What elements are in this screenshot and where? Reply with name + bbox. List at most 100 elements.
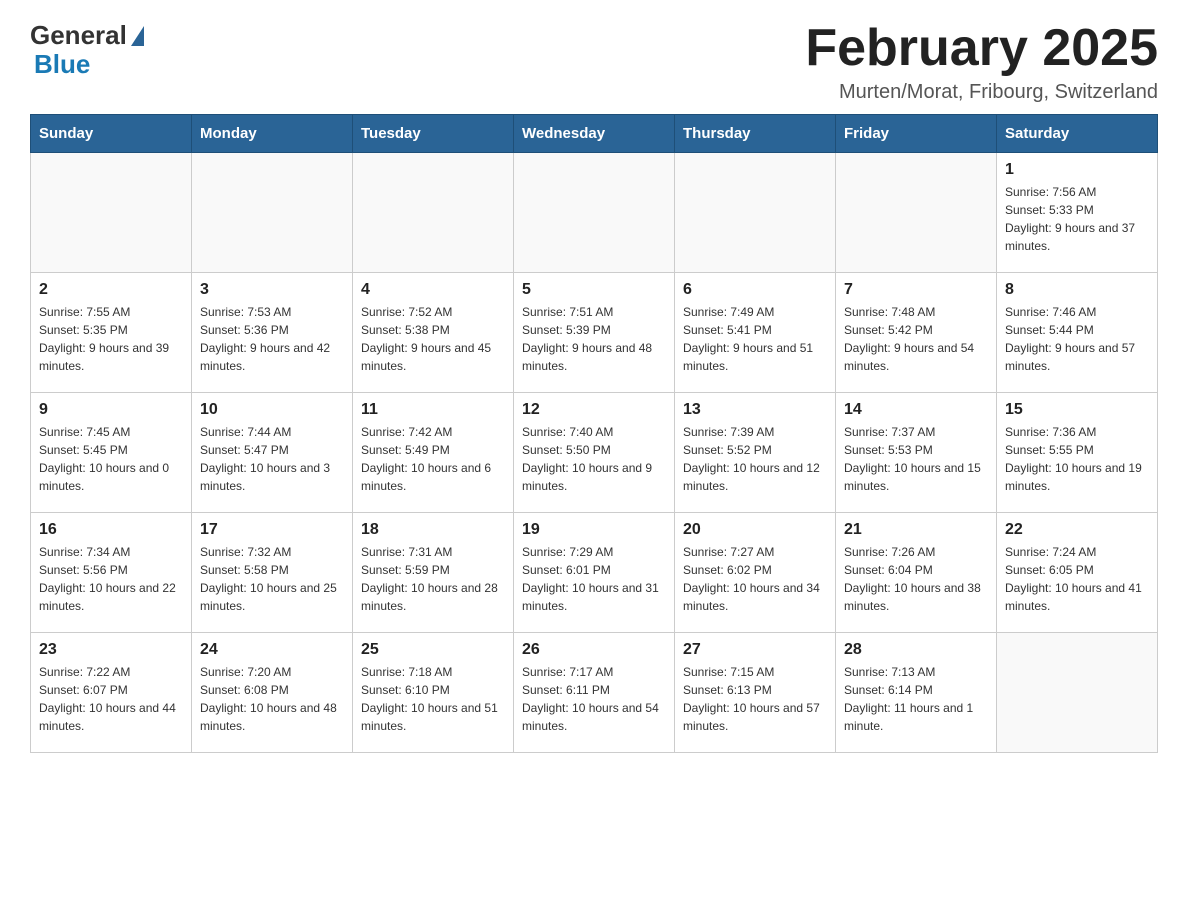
page-header: General Blue February 2025 Murten/Morat,… xyxy=(30,20,1158,104)
calendar-cell: 20 Sunrise: 7:27 AMSunset: 6:02 PMDayligh… xyxy=(675,513,836,633)
calendar-cell: 21 Sunrise: 7:26 AMSunset: 6:04 PMDayligh… xyxy=(836,513,997,633)
logo-blue-text: Blue xyxy=(34,49,90,80)
day-info: Sunrise: 7:48 AMSunset: 5:42 PMDaylight:… xyxy=(844,303,988,375)
location-subtitle: Murten/Morat, Fribourg, Switzerland xyxy=(805,81,1158,104)
calendar-cell: 23 Sunrise: 7:22 AMSunset: 6:07 PMDayligh… xyxy=(31,633,192,753)
calendar-cell: 15Sunrise: 7:36 AMSunset: 5:55 PMDayligh… xyxy=(997,393,1158,513)
day-number: 10 xyxy=(200,401,344,419)
day-number: 26 xyxy=(522,641,666,659)
calendar-cell: 7 Sunrise: 7:48 AMSunset: 5:42 PMDaylight… xyxy=(836,273,997,393)
day-number: 1 xyxy=(1005,161,1149,179)
day-info: Sunrise: 7:42 AMSunset: 5:49 PMDaylight:… xyxy=(361,423,505,495)
calendar-cell: 9 Sunrise: 7:45 AMSunset: 5:45 PMDaylight… xyxy=(31,393,192,513)
calendar-cell: 17 Sunrise: 7:32 AMSunset: 5:58 PMDayligh… xyxy=(192,513,353,633)
day-number: 11 xyxy=(361,401,505,419)
calendar-cell: 2Sunrise: 7:55 AMSunset: 5:35 PMDaylight… xyxy=(31,273,192,393)
calendar-cell: 10 Sunrise: 7:44 AMSunset: 5:47 PMDayligh… xyxy=(192,393,353,513)
header-right: February 2025 Murten/Morat, Fribourg, Sw… xyxy=(805,20,1158,104)
day-number: 18 xyxy=(361,521,505,539)
calendar-body: 1 Sunrise: 7:56 AMSunset: 5:33 PMDaylight… xyxy=(31,153,1158,753)
calendar-cell: 25Sunrise: 7:18 AMSunset: 6:10 PMDayligh… xyxy=(353,633,514,753)
day-info: Sunrise: 7:46 AMSunset: 5:44 PMDaylight:… xyxy=(1005,303,1149,375)
day-number: 12 xyxy=(522,401,666,419)
day-info: Sunrise: 7:27 AMSunset: 6:02 PMDaylight:… xyxy=(683,543,827,615)
day-number: 14 xyxy=(844,401,988,419)
calendar-cell: 14 Sunrise: 7:37 AMSunset: 5:53 PMDayligh… xyxy=(836,393,997,513)
calendar-cell: 4 Sunrise: 7:52 AMSunset: 5:38 PMDaylight… xyxy=(353,273,514,393)
calendar-cell: 27Sunrise: 7:15 AMSunset: 6:13 PMDayligh… xyxy=(675,633,836,753)
calendar-cell: 3Sunrise: 7:53 AMSunset: 5:36 PMDaylight… xyxy=(192,273,353,393)
day-info: Sunrise: 7:39 AMSunset: 5:52 PMDaylight:… xyxy=(683,423,827,495)
day-number: 22 xyxy=(1005,521,1149,539)
calendar-cell xyxy=(192,153,353,273)
day-number: 9 xyxy=(39,401,183,419)
day-number: 7 xyxy=(844,281,988,299)
logo: General Blue xyxy=(30,20,144,80)
calendar-cell xyxy=(31,153,192,273)
day-number: 17 xyxy=(200,521,344,539)
calendar-cell: 28Sunrise: 7:13 AMSunset: 6:14 PMDayligh… xyxy=(836,633,997,753)
day-info: Sunrise: 7:37 AMSunset: 5:53 PMDaylight:… xyxy=(844,423,988,495)
calendar-cell: 13 Sunrise: 7:39 AMSunset: 5:52 PMDayligh… xyxy=(675,393,836,513)
day-number: 13 xyxy=(683,401,827,419)
calendar-cell: 22 Sunrise: 7:24 AMSunset: 6:05 PMDayligh… xyxy=(997,513,1158,633)
day-info: Sunrise: 7:22 AMSunset: 6:07 PMDaylight:… xyxy=(39,663,183,735)
header-row: SundayMondayTuesdayWednesdayThursdayFrid… xyxy=(31,115,1158,153)
day-info: Sunrise: 7:45 AMSunset: 5:45 PMDaylight:… xyxy=(39,423,183,495)
day-info: Sunrise: 7:56 AMSunset: 5:33 PMDaylight:… xyxy=(1005,183,1149,255)
day-header-tuesday: Tuesday xyxy=(353,115,514,153)
calendar-cell: 16 Sunrise: 7:34 AMSunset: 5:56 PMDayligh… xyxy=(31,513,192,633)
day-number: 6 xyxy=(683,281,827,299)
day-info: Sunrise: 7:55 AMSunset: 5:35 PMDaylight:… xyxy=(39,303,183,375)
calendar-table: SundayMondayTuesdayWednesdayThursdayFrid… xyxy=(30,114,1158,753)
week-row-5: 23 Sunrise: 7:22 AMSunset: 6:07 PMDayligh… xyxy=(31,633,1158,753)
logo-general-text: General xyxy=(30,20,127,51)
day-info: Sunrise: 7:34 AMSunset: 5:56 PMDaylight:… xyxy=(39,543,183,615)
day-info: Sunrise: 7:40 AMSunset: 5:50 PMDaylight:… xyxy=(522,423,666,495)
calendar-cell: 5Sunrise: 7:51 AMSunset: 5:39 PMDaylight… xyxy=(514,273,675,393)
day-header-friday: Friday xyxy=(836,115,997,153)
calendar-header: SundayMondayTuesdayWednesdayThursdayFrid… xyxy=(31,115,1158,153)
calendar-cell: 26Sunrise: 7:17 AMSunset: 6:11 PMDayligh… xyxy=(514,633,675,753)
week-row-2: 2Sunrise: 7:55 AMSunset: 5:35 PMDaylight… xyxy=(31,273,1158,393)
calendar-cell xyxy=(514,153,675,273)
day-info: Sunrise: 7:51 AMSunset: 5:39 PMDaylight:… xyxy=(522,303,666,375)
calendar-cell xyxy=(997,633,1158,753)
day-info: Sunrise: 7:18 AMSunset: 6:10 PMDaylight:… xyxy=(361,663,505,735)
week-row-4: 16 Sunrise: 7:34 AMSunset: 5:56 PMDayligh… xyxy=(31,513,1158,633)
calendar-cell xyxy=(836,153,997,273)
day-header-sunday: Sunday xyxy=(31,115,192,153)
calendar-cell xyxy=(353,153,514,273)
day-number: 16 xyxy=(39,521,183,539)
day-info: Sunrise: 7:31 AMSunset: 5:59 PMDaylight:… xyxy=(361,543,505,615)
day-info: Sunrise: 7:20 AMSunset: 6:08 PMDaylight:… xyxy=(200,663,344,735)
day-info: Sunrise: 7:32 AMSunset: 5:58 PMDaylight:… xyxy=(200,543,344,615)
day-info: Sunrise: 7:49 AMSunset: 5:41 PMDaylight:… xyxy=(683,303,827,375)
day-info: Sunrise: 7:44 AMSunset: 5:47 PMDaylight:… xyxy=(200,423,344,495)
day-number: 21 xyxy=(844,521,988,539)
calendar-cell xyxy=(675,153,836,273)
day-info: Sunrise: 7:13 AMSunset: 6:14 PMDaylight:… xyxy=(844,663,988,735)
calendar-cell: 19Sunrise: 7:29 AMSunset: 6:01 PMDayligh… xyxy=(514,513,675,633)
day-number: 4 xyxy=(361,281,505,299)
month-title: February 2025 xyxy=(805,20,1158,77)
day-number: 8 xyxy=(1005,281,1149,299)
day-number: 20 xyxy=(683,521,827,539)
day-header-saturday: Saturday xyxy=(997,115,1158,153)
day-number: 23 xyxy=(39,641,183,659)
calendar-cell: 8 Sunrise: 7:46 AMSunset: 5:44 PMDaylight… xyxy=(997,273,1158,393)
day-info: Sunrise: 7:52 AMSunset: 5:38 PMDaylight:… xyxy=(361,303,505,375)
day-info: Sunrise: 7:15 AMSunset: 6:13 PMDaylight:… xyxy=(683,663,827,735)
day-number: 3 xyxy=(200,281,344,299)
day-info: Sunrise: 7:29 AMSunset: 6:01 PMDaylight:… xyxy=(522,543,666,615)
calendar-cell: 12 Sunrise: 7:40 AMSunset: 5:50 PMDayligh… xyxy=(514,393,675,513)
day-header-thursday: Thursday xyxy=(675,115,836,153)
day-info: Sunrise: 7:24 AMSunset: 6:05 PMDaylight:… xyxy=(1005,543,1149,615)
day-header-wednesday: Wednesday xyxy=(514,115,675,153)
day-info: Sunrise: 7:26 AMSunset: 6:04 PMDaylight:… xyxy=(844,543,988,615)
calendar-cell: 11 Sunrise: 7:42 AMSunset: 5:49 PMDayligh… xyxy=(353,393,514,513)
week-row-1: 1 Sunrise: 7:56 AMSunset: 5:33 PMDaylight… xyxy=(31,153,1158,273)
day-number: 15 xyxy=(1005,401,1149,419)
calendar-cell: 24Sunrise: 7:20 AMSunset: 6:08 PMDayligh… xyxy=(192,633,353,753)
day-header-monday: Monday xyxy=(192,115,353,153)
